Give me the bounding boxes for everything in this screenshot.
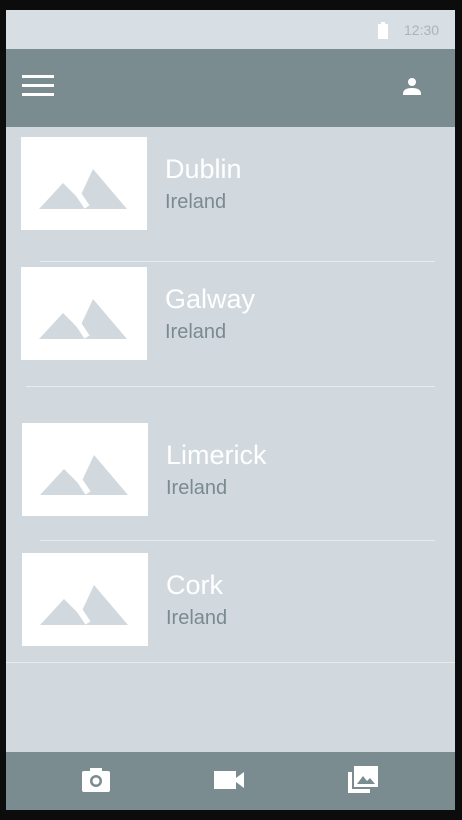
app-bar [6,49,455,127]
list-item-dublin[interactable]: Dublin Ireland [6,137,455,247]
camera-button[interactable] [79,765,113,795]
list-item-thumbnail [22,423,148,516]
bottom-bar [6,752,455,810]
list-item-title: Dublin [165,154,242,184]
list-item-subtitle: Ireland [165,321,227,343]
list-item-subtitle: Ireland [165,191,227,213]
battery-icon [378,22,388,39]
list-item-title: Limerick [166,440,267,470]
list-divider [6,662,455,663]
list-item-thumbnail [21,137,147,230]
account-icon [403,78,421,95]
status-time: 12:30 [404,22,440,38]
list-divider [40,540,435,541]
list-item-limerick[interactable]: Limerick Ireland [6,423,455,533]
list-item-title: Galway [165,284,256,314]
phone-screen: 12:30 Dublin Ireland Galway Ireland Lime… [6,10,455,810]
menu-icon [22,75,54,96]
gallery-icon [348,766,378,793]
list-divider [40,261,435,262]
image-placeholder-icon [39,169,127,209]
menu-button[interactable] [18,73,58,103]
list-item-cork[interactable]: Cork Ireland [6,553,455,663]
gallery-button[interactable] [346,765,380,795]
image-placeholder-icon [40,585,128,625]
video-icon [214,771,244,789]
list-item-thumbnail [21,267,147,360]
list-item-subtitle: Ireland [166,607,228,629]
list-item-thumbnail [22,553,148,646]
list-item-subtitle: Ireland [166,477,228,499]
image-placeholder-icon [40,455,128,495]
status-bar: 12:30 [6,10,455,49]
list-divider [26,386,435,387]
list-item-galway[interactable]: Galway Ireland [6,267,455,377]
account-button[interactable] [398,73,426,101]
camera-icon [82,768,110,792]
video-button[interactable] [212,765,246,795]
list-item-title: Cork [166,570,224,600]
image-placeholder-icon [39,299,127,339]
